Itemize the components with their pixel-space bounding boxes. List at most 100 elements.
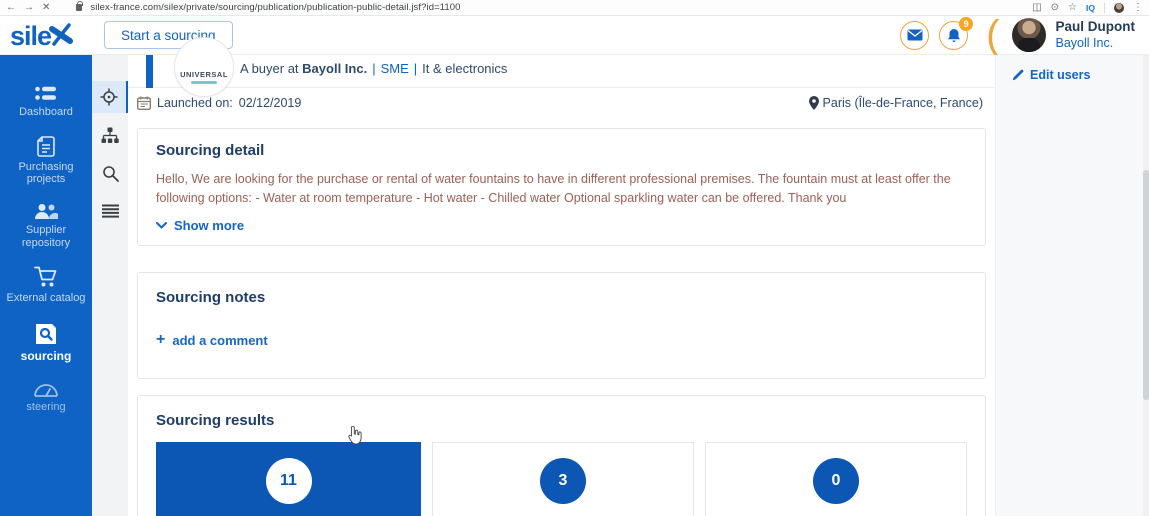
translate-icon[interactable]: ◫ [1032, 2, 1041, 13]
sourcing-notes-title: Sourcing notes [156, 288, 266, 306]
universal-logo: UNIVERSAL [174, 37, 234, 97]
users-panel: Edit users [995, 55, 1143, 516]
featured-count: 0 [813, 457, 859, 504]
purchasing-projects-icon [37, 135, 55, 157]
buyer-description: A buyer at Bayoll Inc. | SME | It & electron… [240, 61, 507, 76]
ssl-lock-icon [76, 1, 84, 11]
notification-badge: 9 [959, 16, 974, 31]
sidebar-item-dashboard[interactable]: Dashboard [4, 85, 88, 119]
screen: ← → ✕ silex-france.com/silex/private/sou… [0, 0, 1149, 516]
results-stats: 11 Identified companies 3 Replies 0 feat… [156, 441, 967, 516]
browser-back-icon[interactable]: ← [6, 2, 16, 13]
browser-menu-icon[interactable]: ⋮ [1133, 2, 1143, 13]
location-text: Paris (Île-de-France, France) [822, 96, 983, 110]
bell-icon [947, 28, 960, 42]
pencil-icon [1012, 69, 1024, 81]
buyer-banner: UNIVERSAL A buyer at Bayoll Inc. | SME | It … [128, 37, 995, 97]
main-content: UNIVERSAL A buyer at Bayoll Inc. | SME | It … [128, 37, 995, 516]
scrollbar-thumb[interactable] [1143, 170, 1149, 400]
sidebar-label: External catalog [6, 292, 86, 305]
list-icon [101, 204, 119, 218]
tool-target-button[interactable] [92, 81, 128, 113]
universal-logo-tagline [191, 81, 217, 84]
zoom-icon[interactable]: ⊙ [1051, 2, 1059, 13]
browser-profile-avatar[interactable] [1114, 2, 1124, 13]
iq-extension-icon[interactable]: IQ [1086, 3, 1095, 13]
silex-logo[interactable]: sile [10, 20, 90, 51]
notifications-button[interactable]: 9 [939, 16, 974, 50]
banner-accent-bar [146, 55, 153, 88]
tool-search-button[interactable] [92, 157, 128, 189]
dashboard-icon [35, 86, 56, 100]
launched-on: Launched on: 02/12/2019 [137, 96, 301, 110]
sidebar-label: steering [26, 400, 66, 413]
sourcing-detail-card: Sourcing detail Hello, We are looking fo… [137, 128, 986, 246]
edit-users-label: Edit users [1030, 68, 1091, 82]
sidebar-item-steering[interactable]: steering [4, 381, 88, 414]
silex-logo-text: sile [10, 20, 52, 51]
separator: | [413, 61, 418, 76]
sourcing-meta-row: Launched on: 02/12/2019 Paris (Île-de-Fr… [128, 88, 995, 118]
sitemap-icon [101, 127, 119, 143]
bookmark-star-icon[interactable]: ☆ [1068, 2, 1077, 13]
replies-count: 3 [540, 457, 586, 504]
add-comment-link[interactable]: + add a comment [156, 330, 268, 348]
sidebar-item-external-catalog[interactable]: External catalog [4, 266, 88, 305]
sidebar-item-supplier-repository[interactable]: Supplier repository [4, 203, 88, 249]
buyer-company: Bayoll Inc. [302, 61, 368, 76]
add-comment-label: add a comment [172, 332, 268, 348]
mail-icon [907, 29, 923, 41]
search-icon [102, 165, 119, 182]
main-sidebar: Dashboard Purchasing projects Supplier r… [0, 55, 92, 516]
launched-label: Launched on: [157, 96, 233, 110]
buyer-size-tag: SME [380, 61, 409, 76]
buyer-industry: It & electronics [422, 61, 508, 76]
page-scrollbar[interactable] [1143, 55, 1149, 516]
sourcing-notes-card: Sourcing notes + add a comment [137, 271, 986, 379]
launched-date: 02/12/2019 [238, 96, 302, 110]
buyer-prefix: A buyer at [240, 61, 299, 76]
sidebar-label: sourcing [20, 348, 72, 363]
sourcing-results-title: Sourcing results [156, 411, 275, 429]
separator: | [372, 61, 376, 76]
replies-card[interactable]: 3 Replies [432, 441, 694, 516]
user-name: Paul Dupont [1055, 19, 1136, 35]
sidebar-label: Supplier repository [21, 223, 71, 249]
universal-logo-text: UNIVERSAL [180, 70, 228, 79]
steering-icon [34, 383, 58, 397]
browser-forward-icon[interactable]: → [24, 2, 34, 13]
sidebar-item-purchasing-projects[interactable]: Purchasing projects [4, 135, 88, 186]
tool-list-button[interactable] [92, 195, 128, 227]
tool-sitemap-button[interactable] [92, 119, 128, 151]
location-pin-icon [808, 96, 819, 110]
sourcing-detail-body: Hello, We are looking for the purchase o… [156, 172, 951, 206]
user-avatar[interactable] [1011, 18, 1046, 52]
chevron-down-icon [156, 221, 167, 229]
target-icon [100, 88, 118, 106]
location: Paris (Île-de-France, France) [808, 96, 983, 110]
edit-users-link[interactable]: Edit users [1012, 68, 1090, 82]
show-more-link[interactable]: Show more [156, 218, 244, 233]
calendar-icon [137, 96, 151, 110]
sidebar-label: Purchasing projects [18, 160, 74, 186]
identified-companies-card[interactable]: 11 Identified companies [156, 441, 421, 516]
browser-stop-icon[interactable]: ✕ [42, 2, 50, 13]
tool-sidebar [92, 55, 128, 516]
featured-card[interactable]: 0 featured [705, 441, 967, 516]
user-company: Bayoll Inc. [1055, 35, 1114, 50]
identified-companies-count: 11 [265, 457, 312, 504]
plus-icon: + [156, 330, 166, 348]
header-divider-paren: ( [986, 13, 1000, 57]
supplier-repository-icon [35, 203, 58, 219]
external-catalog-icon [34, 266, 57, 287]
messages-button[interactable] [900, 20, 930, 50]
divider [1104, 2, 1105, 13]
sidebar-label: Dashboard [19, 106, 73, 118]
sourcing-results-card: Sourcing results 11 Identified companies… [137, 394, 986, 516]
browser-bar: ← → ✕ silex-france.com/silex/private/sou… [0, 0, 1149, 16]
user-menu[interactable]: Paul Dupont Bayoll Inc. [1056, 19, 1136, 50]
sidebar-item-sourcing[interactable]: sourcing [4, 322, 88, 364]
show-more-label: Show more [174, 217, 245, 233]
address-bar[interactable]: silex-france.com/silex/private/sourcing/… [90, 2, 460, 13]
app-header: sile Start a sourcing 9 (Paul Dupont Ba… [0, 13, 1149, 57]
